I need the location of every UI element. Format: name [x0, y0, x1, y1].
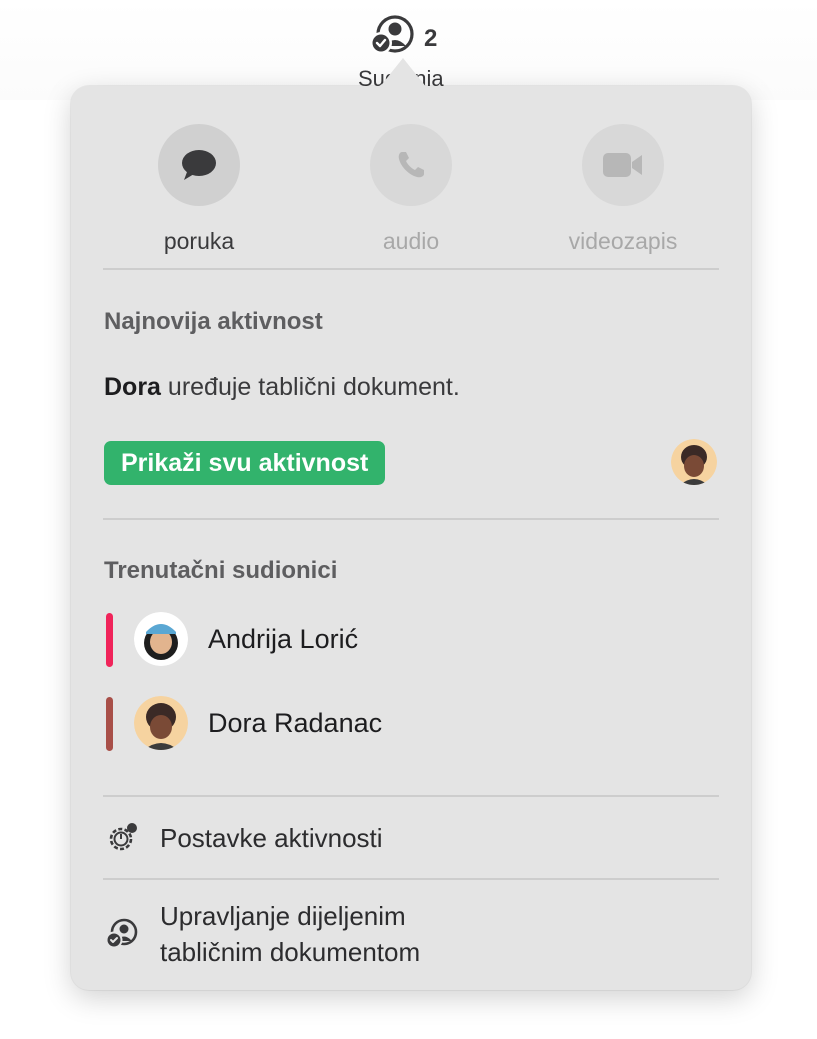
- audio-button[interactable]: audio: [341, 124, 481, 255]
- activity-action: uređuje tablični dokument.: [167, 373, 460, 401]
- manage-label-line-1: Upravljanje dijeljenim: [160, 901, 406, 931]
- video-camera-icon: [603, 153, 642, 177]
- avatar: [134, 612, 188, 666]
- speech-bubble-icon: [182, 150, 216, 180]
- divider: [103, 518, 719, 520]
- activity-actor: Dora: [104, 373, 161, 401]
- manage-label-line-2: tabličnim dokumentom: [160, 937, 421, 967]
- collaboration-icon: [370, 15, 414, 54]
- avatar: [134, 696, 188, 750]
- activity-avatar: [671, 439, 717, 485]
- divider: [103, 795, 719, 797]
- popover-arrow: [379, 58, 427, 88]
- recent-activity-title: Najnovija aktivnost: [104, 308, 323, 335]
- message-button[interactable]: poruka: [129, 124, 269, 255]
- divider: [103, 268, 719, 270]
- participant-color-bar: [106, 613, 113, 667]
- divider: [103, 878, 719, 880]
- phone-icon: [398, 152, 424, 178]
- gear-icon: [109, 823, 137, 851]
- participant-color-bar: [106, 697, 113, 751]
- current-participants-title: Trenutačni sudionici: [104, 557, 338, 584]
- participant-name: Andrija Lorić: [208, 624, 359, 654]
- audio-label: audio: [382, 228, 440, 254]
- collaboration-icon: [105, 918, 138, 949]
- message-label: poruka: [163, 228, 235, 254]
- participant-name: Dora Radanac: [208, 708, 383, 738]
- collaboration-popover: poruka audio videozapis Najnovija aktivn…: [71, 58, 751, 990]
- video-label: videozapis: [568, 228, 678, 254]
- manage-shared-document-label: Upravljanje dijeljenim tabličnim dokumen…: [160, 898, 420, 970]
- show-all-activity-button[interactable]: Prikaži svu aktivnost: [104, 441, 386, 485]
- activity-settings-label: Postavke aktivnosti: [160, 823, 383, 853]
- activity-description: Dora uređuje tablični dokument.: [104, 373, 460, 402]
- collaborator-count: 2: [424, 25, 438, 52]
- video-button[interactable]: videozapis: [553, 124, 693, 255]
